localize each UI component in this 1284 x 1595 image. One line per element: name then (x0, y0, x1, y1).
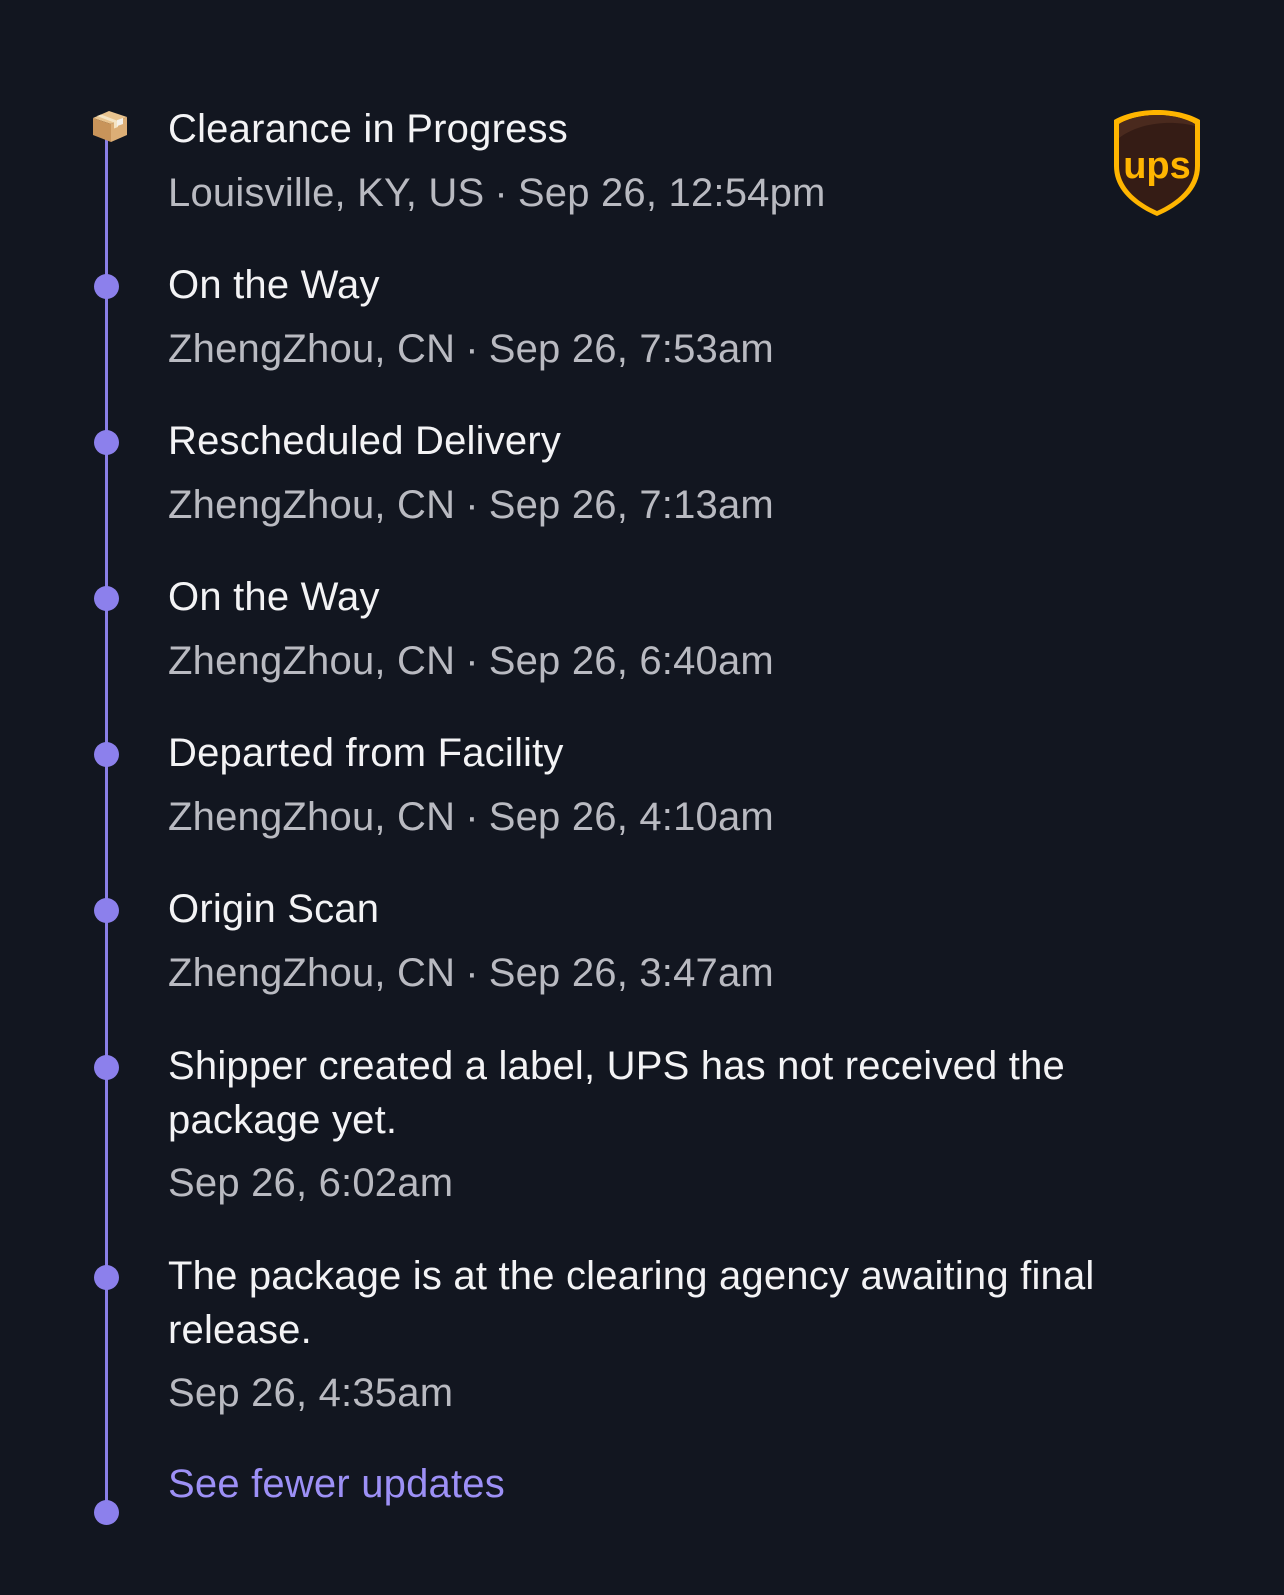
event-title: Origin Scan (168, 887, 380, 931)
logo-text: ups (1123, 145, 1191, 187)
event-location: ZhengZhou, CN (168, 639, 456, 683)
event-time: Sep 26, 3:47am (488, 951, 774, 995)
event-title: Departed from Facility (168, 731, 564, 775)
event-location: ZhengZhou, CN (168, 795, 456, 839)
timeline-end-dot (94, 1500, 119, 1525)
tracking-timeline: Clearance in Progress Louisville, KY, US… (0, 0, 1284, 1595)
package-icon (93, 111, 127, 142)
event-meta: Louisville, KY, US · Sep 26, 12:54pm (168, 166, 826, 220)
event-time: Sep 26, 4:35am (168, 1371, 454, 1415)
event-meta: Sep 26, 6:02am (168, 1156, 453, 1210)
meta-separator: · (465, 639, 479, 683)
event-time: Sep 26, 12:54pm (517, 171, 826, 215)
meta-separator: · (465, 483, 479, 527)
event-time: Sep 26, 7:53am (488, 327, 774, 371)
event-title: On the Way (168, 575, 380, 619)
event-title: Shipper created a label, UPS has not rec… (168, 1044, 1066, 1142)
meta-separator: · (465, 327, 479, 371)
event-location: ZhengZhou, CN (168, 483, 456, 527)
timeline-track (105, 138, 108, 1514)
event-meta: Sep 26, 4:35am (168, 1366, 453, 1420)
event-meta: ZhengZhou, CN · Sep 26, 7:13am (168, 478, 774, 532)
event-time: Sep 26, 7:13am (488, 483, 774, 527)
timeline-dot (94, 742, 119, 767)
timeline-dot (94, 586, 119, 611)
event-title: Clearance in Progress (168, 107, 568, 151)
event-meta: ZhengZhou, CN · Sep 26, 7:53am (168, 322, 774, 376)
timeline-dot (94, 274, 119, 299)
timeline-dot (94, 1055, 119, 1080)
meta-separator: · (494, 171, 508, 215)
event-title: The package is at the clearing agency aw… (168, 1254, 1095, 1352)
event-location: ZhengZhou, CN (168, 951, 456, 995)
event-title: On the Way (168, 263, 380, 307)
timeline-dot (94, 430, 119, 455)
meta-separator: · (465, 951, 479, 995)
see-fewer-updates-link[interactable]: See fewer updates (168, 1457, 505, 1511)
timeline-dot (94, 1265, 119, 1290)
event-time: Sep 26, 4:10am (488, 795, 774, 839)
timeline-dot (94, 898, 119, 923)
event-time: Sep 26, 6:02am (168, 1161, 454, 1205)
event-meta: ZhengZhou, CN · Sep 26, 6:40am (168, 634, 774, 688)
event-title: Rescheduled Delivery (168, 419, 562, 463)
ups-logo: ups (1114, 110, 1200, 216)
event-location: Louisville, KY, US (168, 171, 485, 215)
event-meta: ZhengZhou, CN · Sep 26, 4:10am (168, 790, 774, 844)
event-time: Sep 26, 6:40am (488, 639, 774, 683)
event-location: ZhengZhou, CN (168, 327, 456, 371)
event-meta: ZhengZhou, CN · Sep 26, 3:47am (168, 946, 774, 1000)
meta-separator: · (465, 795, 479, 839)
